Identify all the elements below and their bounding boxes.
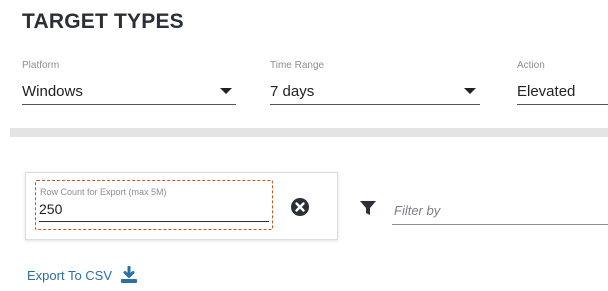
platform-select[interactable]: Platform Windows xyxy=(22,60,236,105)
clear-icon[interactable] xyxy=(290,197,310,217)
section-divider xyxy=(10,128,608,137)
filter-icon[interactable] xyxy=(359,200,377,216)
filter-placeholder: Filter by xyxy=(394,203,441,218)
time-range-dropdown[interactable]: 7 days xyxy=(270,80,480,105)
export-row-count-card: Row Count for Export (max 5M) xyxy=(25,172,338,240)
row-count-label: Row Count for Export (max 5M) xyxy=(40,187,167,197)
page-title: TARGET TYPES xyxy=(22,10,184,33)
action-label: Action xyxy=(517,60,545,71)
platform-label: Platform xyxy=(22,60,60,71)
platform-value: Windows xyxy=(22,82,83,100)
time-range-select[interactable]: Time Range 7 days xyxy=(270,60,480,105)
action-select[interactable]: Action Elevated xyxy=(517,60,608,105)
row-count-field[interactable]: Row Count for Export (max 5M) xyxy=(35,180,273,230)
time-range-value: 7 days xyxy=(270,82,315,100)
download-icon[interactable] xyxy=(120,266,138,284)
export-csv-label[interactable]: Export To CSV xyxy=(27,268,112,283)
row-count-input[interactable] xyxy=(39,201,239,217)
chevron-down-icon[interactable] xyxy=(464,88,476,94)
platform-dropdown[interactable]: Windows xyxy=(22,80,236,105)
export-csv-link[interactable]: Export To CSV xyxy=(27,266,138,284)
chevron-down-icon[interactable] xyxy=(220,88,232,94)
action-value: Elevated xyxy=(517,82,576,100)
filter-input[interactable]: Filter by xyxy=(392,200,608,225)
time-range-label: Time Range xyxy=(270,60,325,71)
action-dropdown[interactable]: Elevated xyxy=(517,80,608,105)
row-count-underline xyxy=(39,221,269,222)
